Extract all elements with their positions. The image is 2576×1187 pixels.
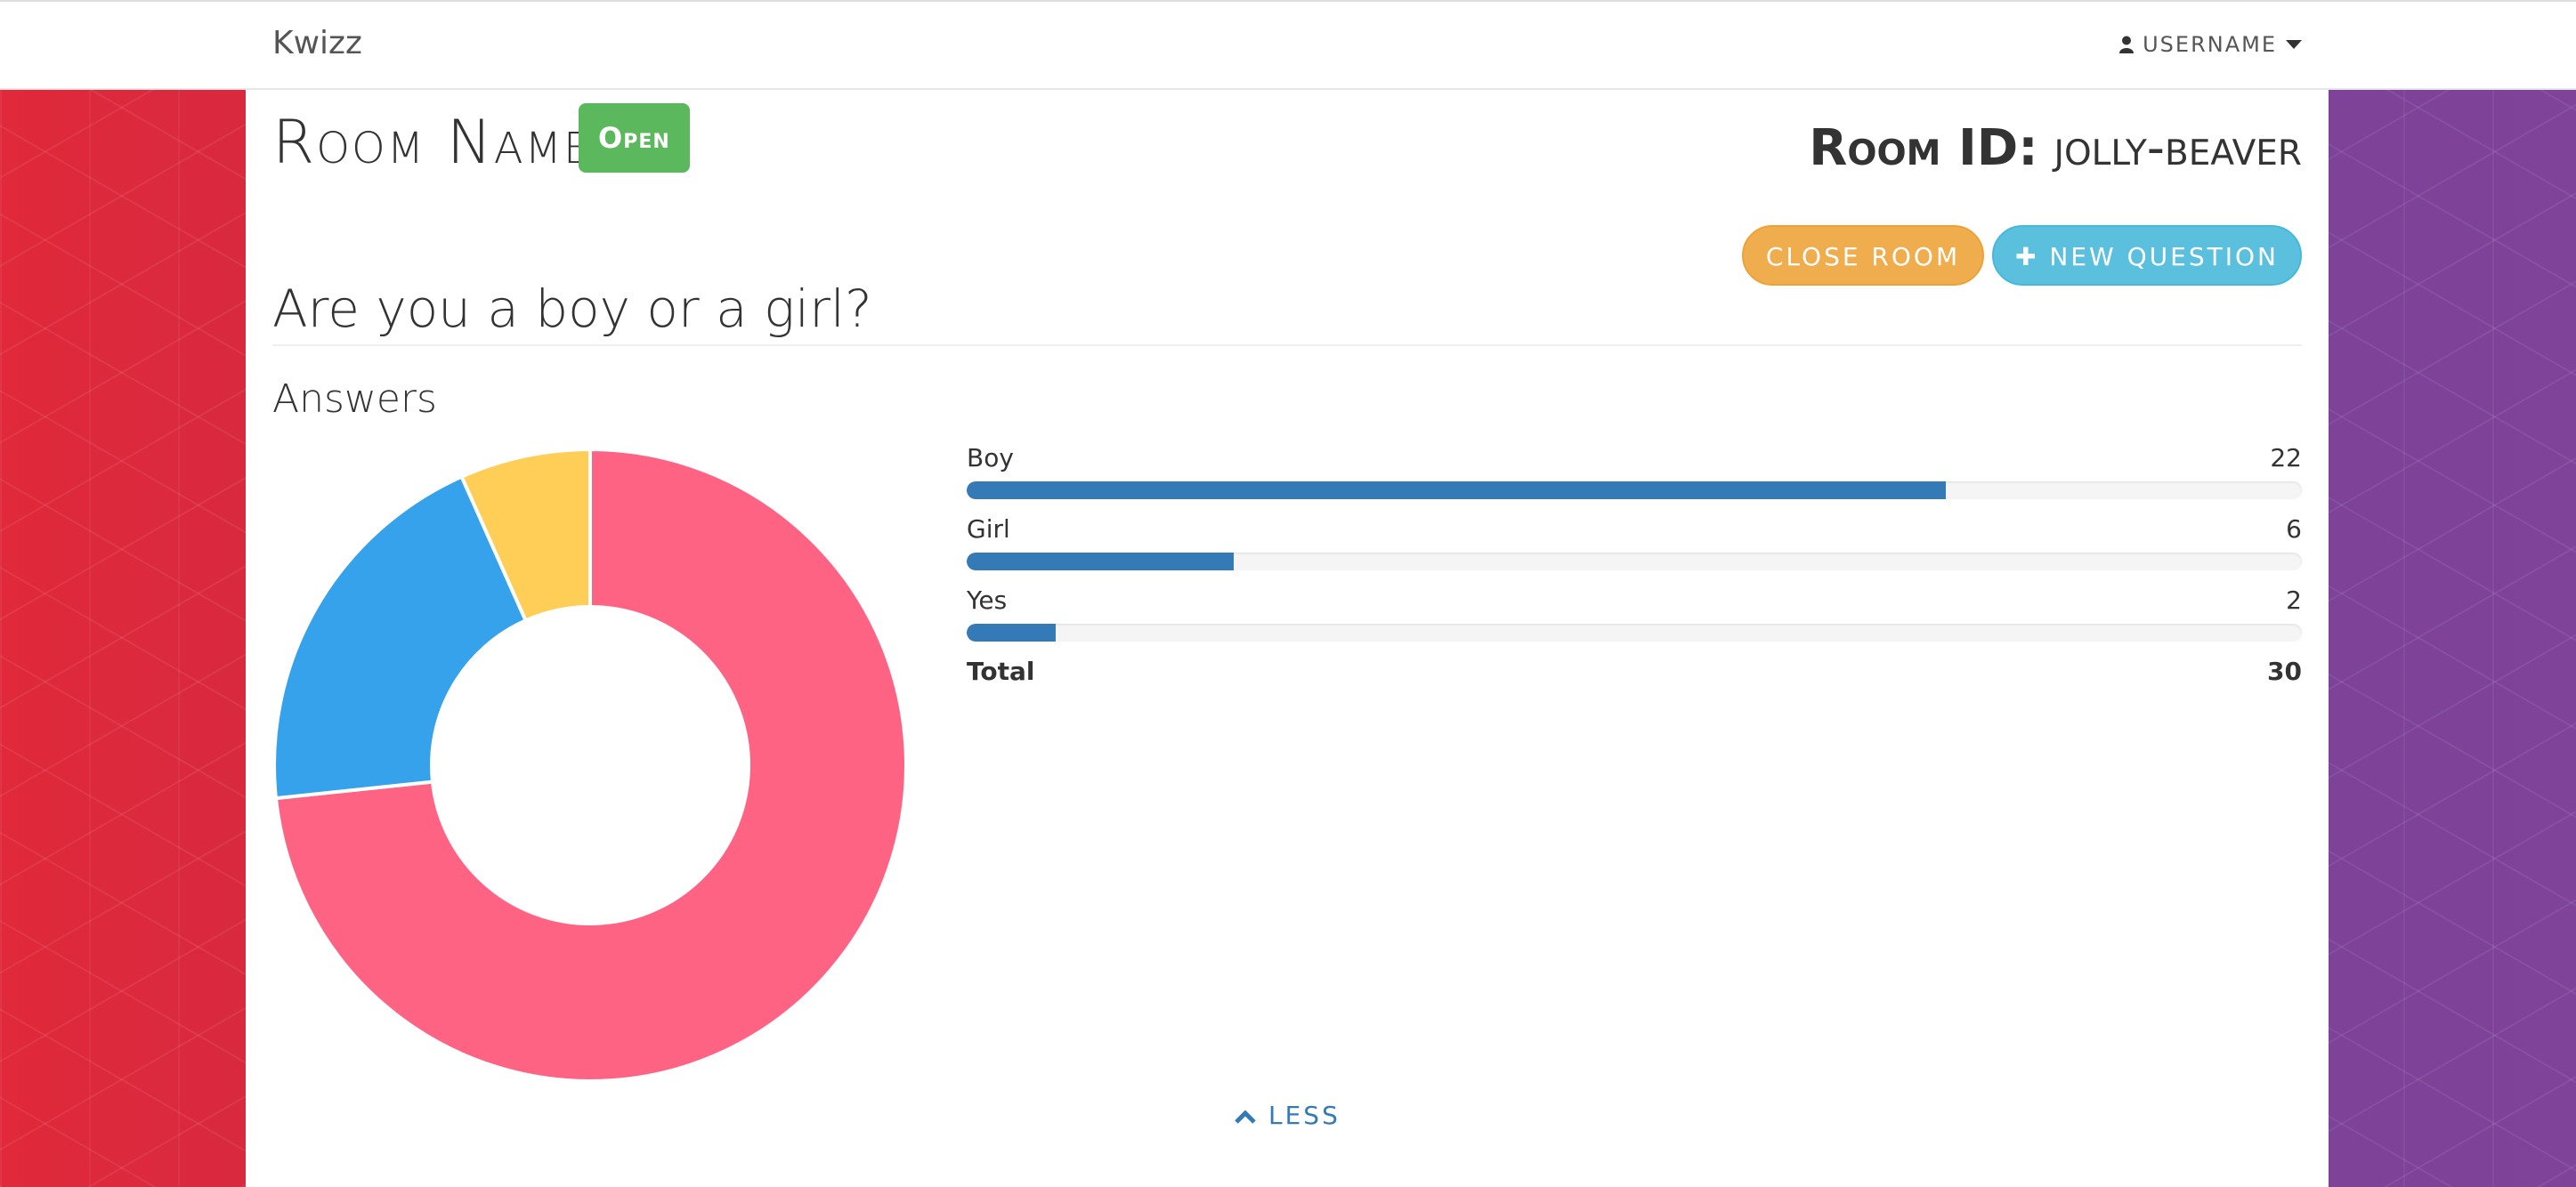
result-count: 22 (2270, 443, 2302, 472)
result-row: Girl 6 (967, 514, 2302, 585)
result-label: Girl (967, 514, 1010, 544)
progress-track (967, 481, 2302, 499)
navbar: Kwizz USERNAME (0, 0, 2576, 90)
new-question-button[interactable]: ✚ NEW QUESTION (1992, 225, 2302, 286)
progress-track (967, 624, 2302, 642)
result-label: Boy (967, 443, 1014, 472)
room-id-label: Room ID: (1809, 119, 2038, 177)
result-label: Yes (967, 585, 1008, 615)
close-room-button[interactable]: CLOSE ROOM (1742, 225, 1984, 286)
progress-bar (967, 481, 1946, 499)
room-id-value: jolly-beaver (2054, 119, 2302, 177)
result-row: Yes 2 (967, 585, 2302, 657)
total-count: 30 (2267, 657, 2302, 686)
username-label: USERNAME (2143, 32, 2277, 57)
new-question-label: NEW QUESTION (2049, 242, 2279, 271)
result-count: 2 (2286, 585, 2302, 615)
answers-results: Boy 22 Girl 6 Yes 2 Total 30 (967, 443, 2302, 692)
chevron-up-icon (1235, 1101, 1256, 1130)
room-panel: Room Name Open Room ID: jolly-beaver CLO… (246, 90, 2329, 1187)
result-count: 6 (2286, 514, 2302, 544)
room-title: Room Name (272, 108, 593, 178)
plus-icon: ✚ (2015, 242, 2039, 271)
question-text: Are you a boy or a girl? (272, 279, 872, 339)
answers-heading: Answers (272, 376, 437, 422)
answers-doughnut-chart (272, 448, 908, 1083)
status-badge: Open (579, 103, 690, 173)
room-id: Room ID: jolly-beaver (1809, 124, 2302, 174)
total-label: Total (967, 657, 1035, 686)
less-label: LESS (1268, 1101, 1341, 1130)
total-row: Total 30 (967, 657, 2302, 692)
divider (272, 344, 2302, 346)
progress-track (967, 553, 2302, 570)
caret-down-icon (2286, 40, 2302, 49)
user-menu[interactable]: USERNAME (2119, 32, 2302, 57)
result-row: Boy 22 (967, 443, 2302, 514)
brand-logo[interactable]: Kwizz (272, 25, 362, 61)
progress-bar (967, 553, 1234, 570)
progress-bar (967, 624, 1057, 642)
less-link[interactable]: LESS (1235, 1101, 1341, 1130)
user-icon (2119, 36, 2135, 53)
